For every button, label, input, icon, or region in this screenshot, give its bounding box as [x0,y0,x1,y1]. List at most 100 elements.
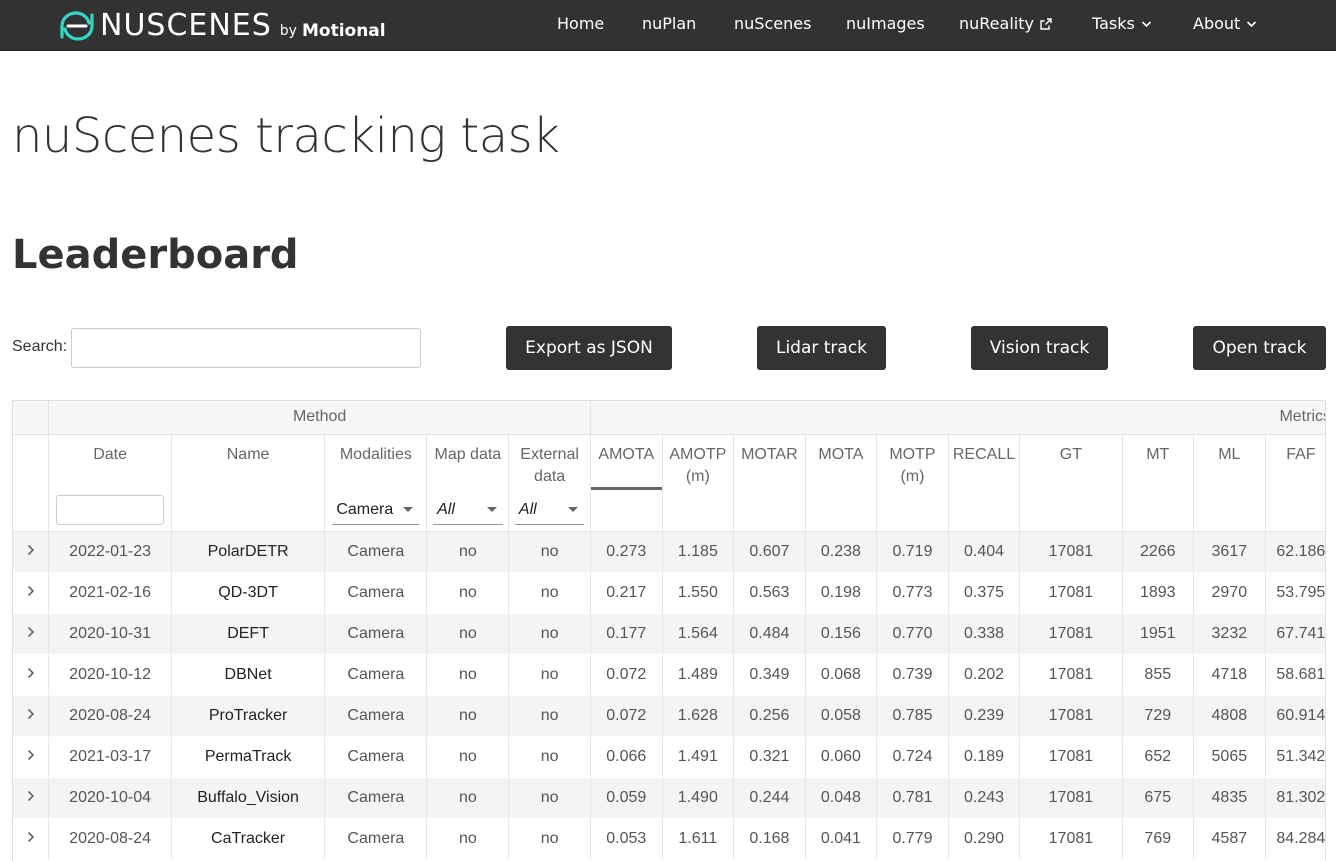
cell-date: 2020-10-31 [48,613,172,655]
chevron-right-icon [27,708,34,719]
table-row[interactable]: 2021-03-17 PermaTrack Camera no no 0.066 1.491… [13,736,1325,778]
filter-modalities-cell: Camera [324,490,428,532]
dropdown-caret-icon [486,507,497,513]
cell-gt: 17081 [1019,695,1123,737]
cell-mota: 0.041 [805,818,878,860]
filter-empty [876,490,949,532]
nav-nuimages[interactable]: nuImages [846,14,925,33]
cell-mota: 0.156 [805,613,878,655]
open-track-button[interactable]: Open track [1193,326,1326,370]
nav-about-label: About [1193,14,1241,33]
cell-ml: 4808 [1193,695,1266,737]
row-expand-toggle[interactable] [13,736,50,778]
cell-recall: 0.202 [948,654,1021,696]
table-row[interactable]: 2020-08-24 CaTracker Camera no no 0.053 1.611 0… [13,818,1325,860]
brand-logo-link[interactable]: NUSCENES by Motional [58,8,386,44]
cell-motp: 0.770 [876,613,949,655]
nav-nureality-label: nuReality [959,14,1034,33]
cell-faf: 84.284 [1265,818,1325,860]
chevron-right-icon [27,831,34,842]
cell-ml: 3617 [1193,531,1266,573]
modalities-filter-select[interactable]: Camera [332,495,420,526]
header-gt[interactable]: GT [1019,434,1123,490]
header-modalities[interactable]: Modalities [324,434,428,490]
cell-external-data: no [508,531,591,573]
header-amotp[interactable]: AMOTP (m) [662,434,735,490]
row-expand-toggle[interactable] [13,572,50,614]
header-date[interactable]: Date [48,434,172,490]
nav-nuscenes[interactable]: nuScenes [734,14,811,33]
cell-mota: 0.060 [805,736,878,778]
cell-recall: 0.239 [948,695,1021,737]
lidar-track-button[interactable]: Lidar track [757,326,886,370]
cell-mt: 675 [1122,777,1195,819]
header-recall[interactable]: RECALL [948,434,1021,490]
cell-amota: 0.066 [590,736,663,778]
header-motp[interactable]: MOTP (m) [876,434,949,490]
header-mota[interactable]: MOTA [805,434,878,490]
filter-empty [948,490,1021,532]
filter-date-cell [48,490,172,532]
dropdown-caret-icon [403,507,414,513]
brand-by-text: by [279,23,297,39]
row-expand-toggle[interactable] [13,531,50,573]
cell-motar: 0.244 [733,777,806,819]
cell-recall: 0.290 [948,818,1021,860]
cell-name: DEFT [171,613,326,655]
nav-nureality[interactable]: nuReality [959,14,1052,33]
nav-nuplan[interactable]: nuPlan [642,14,696,33]
row-expand-toggle[interactable] [13,818,50,860]
cell-recall: 0.375 [948,572,1021,614]
header-expand [13,434,50,490]
cell-external-data: no [508,654,591,696]
row-expand-toggle[interactable] [13,613,50,655]
export-json-button[interactable]: Export as JSON [506,326,672,370]
cell-modalities: Camera [324,613,428,655]
table-row[interactable]: 2021-02-16 QD-3DT Camera no no 0.217 1.550 0.56… [13,572,1325,614]
cell-amotp: 1.611 [662,818,735,860]
header-map-data[interactable]: Map data [426,434,510,490]
row-expand-toggle[interactable] [13,777,50,819]
vision-track-button[interactable]: Vision track [971,326,1108,370]
row-expand-toggle[interactable] [13,654,50,696]
header-external-data[interactable]: External data [508,434,591,490]
external-data-filter-select[interactable]: All [514,495,585,526]
header-mt[interactable]: MT [1122,434,1195,490]
header-amota[interactable]: AMOTA [590,434,663,490]
header-faf[interactable]: FAF [1265,434,1325,490]
table-row[interactable]: 2022-01-23 PolarDETR Camera no no 0.273 1.185 0… [13,531,1325,573]
map-data-filter-select[interactable]: All [433,495,503,526]
date-filter-input[interactable] [56,495,165,526]
search-input[interactable] [71,328,421,368]
row-expand-toggle[interactable] [13,695,50,737]
nav-about-dropdown[interactable]: About [1193,14,1257,33]
cell-motar: 0.484 [733,613,806,655]
cell-motp: 0.773 [876,572,949,614]
leaderboard-table-container[interactable]: Method Metrics Date Name Modalities Map … [12,400,1326,861]
cell-name: Buffalo_Vision [171,777,326,819]
nav-tasks-dropdown[interactable]: Tasks [1092,14,1152,33]
cell-amotp: 1.491 [662,736,735,778]
cell-mota: 0.068 [805,654,878,696]
cell-map-data: no [426,613,510,655]
table-row[interactable]: 2020-10-31 DEFT Camera no no 0.177 1.564 0.484 0… [13,613,1325,655]
nav-home[interactable]: Home [557,14,604,33]
filter-empty [1265,490,1325,532]
table-row[interactable]: 2020-10-12 DBNet Camera no no 0.072 1.489 0.349… [13,654,1325,696]
cell-map-data: no [426,818,510,860]
table-row[interactable]: 2020-10-04 Buffalo_Vision Camera no no 0.059 1… [13,777,1325,819]
group-metrics: Metrics [590,401,1325,435]
leaderboard-body: 2022-01-23 PolarDETR Camera no no 0.273 1.185 0… [13,531,1325,860]
brand-company: Motional [301,20,386,41]
nav-home-label: Home [557,14,605,33]
table-row[interactable]: 2020-08-24 ProTracker Camera no no 0.072 1.628… [13,695,1325,737]
group-method: Method [48,401,591,435]
cell-map-data: no [426,572,510,614]
cell-motar: 0.168 [733,818,806,860]
cell-faf: 81.302 [1265,777,1325,819]
header-motar[interactable]: MOTAR [733,434,806,490]
header-name[interactable]: Name [171,434,326,490]
header-ml[interactable]: ML [1193,434,1266,490]
map-data-filter-value: All [437,500,455,518]
cell-mt: 2266 [1122,531,1195,573]
